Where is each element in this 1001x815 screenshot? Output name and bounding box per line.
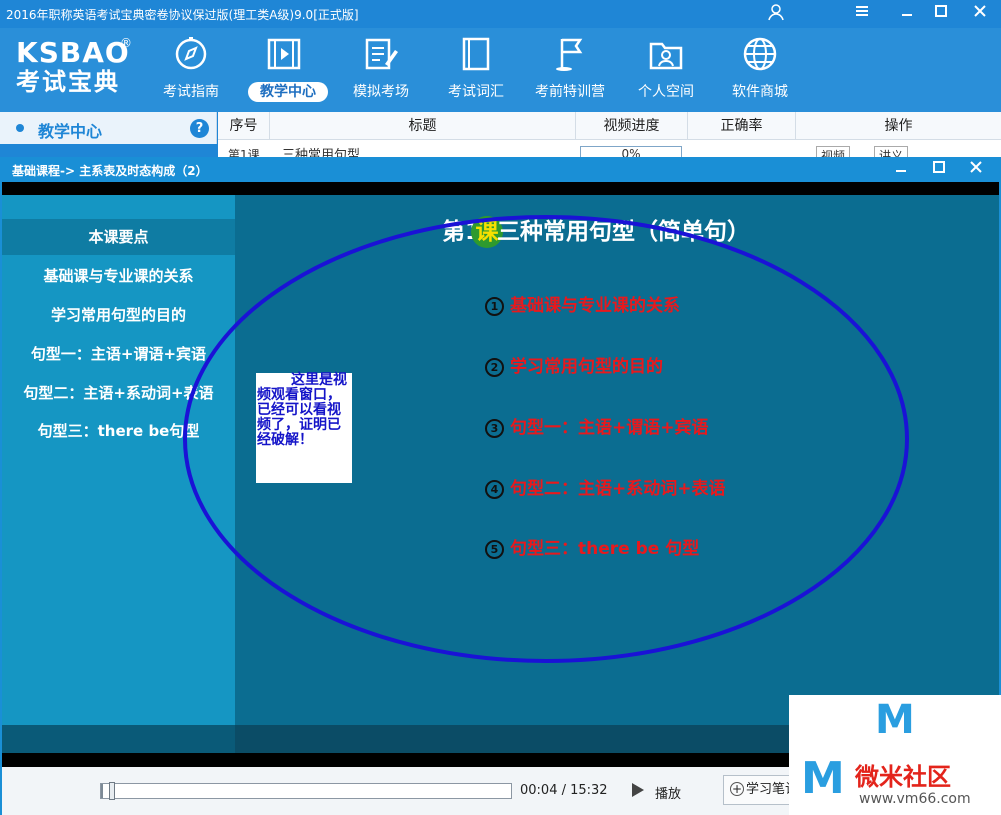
nav-label: 考前特训营 (535, 84, 605, 100)
logo-text: KSBAO (16, 36, 130, 69)
sidebar-header: 教学中心 ? (0, 112, 217, 144)
nav-label: 软件商城 (732, 84, 788, 100)
dialog-maximize-icon[interactable] (925, 157, 953, 181)
nav-training-camp[interactable]: 考前特训营 (530, 36, 610, 108)
app-window: 2016年职称英语考试宝典密卷协议保过版(理工类A级)9.0[正式版] KSBA… (0, 0, 1001, 815)
help-icon[interactable]: ? (190, 119, 209, 138)
dialog-title-bar: 基础课程-> 主系表及时态构成（2） (0, 157, 1001, 182)
dialog-close-icon[interactable] (962, 157, 990, 181)
col-video-progress: 视频进度 (576, 112, 688, 140)
table-row[interactable]: 第1课 三种常用句型 0% 视频 讲义 (218, 140, 1001, 158)
nav-vocabulary[interactable]: 考试词汇 (436, 36, 516, 108)
user-folder-icon (649, 42, 683, 70)
seek-thumb[interactable] (108, 782, 115, 800)
flag-icon (556, 38, 583, 71)
logo-registered-mark: ® (120, 36, 132, 50)
play-icon[interactable] (632, 783, 644, 797)
compass-icon (175, 37, 207, 70)
nav-label: 个人空间 (638, 84, 694, 100)
maximize-icon[interactable] (927, 2, 955, 26)
time-readout: 00:04 / 15:32 (520, 783, 608, 798)
watermark-brand: 微米社区 (855, 763, 951, 791)
close-icon[interactable] (966, 2, 994, 26)
book-icon (462, 37, 490, 71)
seek-bar-fill (101, 784, 103, 798)
user-icon[interactable] (762, 2, 790, 26)
nav-mock-exam[interactable]: 模拟考场 (341, 36, 421, 108)
sidebar-title[interactable]: 教学中心 (38, 118, 102, 142)
dialog-minimize-icon[interactable] (887, 157, 915, 181)
nav-label: 考试词汇 (448, 84, 504, 100)
globe-icon (743, 37, 777, 71)
col-title: 标题 (270, 112, 576, 140)
nav-label: 考试指南 (163, 84, 219, 100)
play-button[interactable]: 播放 (655, 783, 681, 802)
highlight-ellipse (183, 215, 909, 663)
col-index: 序号 (218, 112, 270, 140)
lesson-table-header: 序号 标题 视频进度 正确率 操作 (218, 112, 1001, 140)
main-toolbar: KSBAO ® 考试宝典 考试指南 教学中心 模拟考场 考试词汇 考前特训营 个… (0, 28, 1001, 112)
video-icon (267, 38, 301, 70)
nav-exam-guide[interactable]: 考试指南 (151, 36, 231, 108)
watermark-url: www.vm66.com (859, 791, 971, 807)
window-title: 2016年职称英语考试宝典密卷协议保过版(理工类A级)9.0[正式版] (6, 8, 359, 22)
nav-label: 模拟考场 (353, 84, 409, 100)
seek-bar[interactable] (100, 782, 512, 800)
col-accuracy: 正确率 (688, 112, 796, 140)
ksbao-logo: KSBAO ® 考试宝典 (16, 36, 132, 96)
watermark-logo-icon: M (875, 697, 915, 743)
watermark: M M 微米社区 www.vm66.com (789, 695, 1001, 815)
edit-paper-icon (365, 38, 398, 70)
row-title: 三种常用句型 (282, 148, 361, 158)
nav-personal-space[interactable]: 个人空间 (626, 36, 706, 108)
video-stage[interactable]: 本课要点 基础课与专业课的关系 学习常用句型的目的 句型一：主语+谓语+宾语 句… (2, 182, 999, 767)
menu-icon[interactable] (848, 2, 876, 26)
watermark-logo-icon: M (801, 753, 845, 804)
bullet-icon (16, 124, 24, 132)
nav-label: 教学中心 (248, 82, 328, 102)
col-actions: 操作 (884, 118, 913, 134)
nav-software-store[interactable]: 软件商城 (720, 36, 800, 108)
title-bar: 2016年职称英语考试宝典密卷协议保过版(理工类A级)9.0[正式版] (0, 0, 1001, 28)
logo-subtitle: 考试宝典 (16, 68, 120, 96)
dialog-title: 基础课程-> 主系表及时态构成（2） (12, 164, 208, 178)
nav-teaching-center[interactable]: 教学中心 (244, 36, 328, 108)
minimize-icon[interactable] (893, 2, 921, 26)
